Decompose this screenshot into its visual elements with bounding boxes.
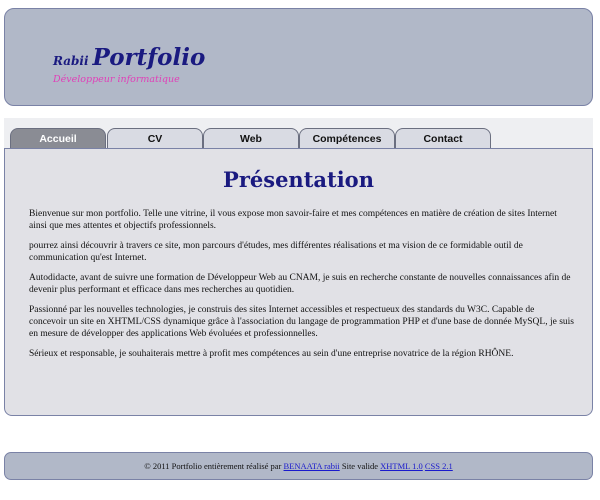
tab-cv[interactable]: CV xyxy=(107,128,203,150)
main-nav: Accueil CV Web Compétences Contact xyxy=(4,118,593,150)
brand-title: Portfolio xyxy=(92,44,206,71)
brand-first-name: Rabii xyxy=(53,54,89,68)
page-title: Présentation xyxy=(223,167,374,192)
tab-web[interactable]: Web xyxy=(203,128,299,150)
main-content: Présentation Bienvenue sur mon portfolio… xyxy=(4,148,593,416)
author-link[interactable]: BENAATA rabii xyxy=(284,461,340,471)
css-link[interactable]: CSS 2.1 xyxy=(425,461,453,471)
footer-valid-text: Site valide xyxy=(341,461,378,471)
site-header: Rabii Portfolio Développeur informatique xyxy=(4,8,593,106)
tab-accueil[interactable]: Accueil xyxy=(10,128,106,150)
paragraph-discover: pourrez ainsi découvrir à travers ce sit… xyxy=(29,241,523,263)
site-footer: © 2011 Portfolio entièrement réalisé par… xyxy=(4,452,593,480)
paragraph-passion: Passionné par les nouvelles technologies… xyxy=(29,305,574,339)
xhtml-link[interactable]: XHTML 1.0 xyxy=(380,461,423,471)
footer-copyright: © 2011 Portfolio entièrement réalisé par xyxy=(144,461,282,471)
page: Rabii Portfolio Développeur informatique… xyxy=(0,0,600,500)
paragraph-autodidact: Autodidacte, avant de suivre une formati… xyxy=(29,273,571,295)
site-tagline: Développeur informatique xyxy=(53,74,180,85)
paragraph-serious: Sérieux et responsable, je souhaiterais … xyxy=(29,349,514,359)
site-logo[interactable]: Rabii Portfolio xyxy=(53,46,205,69)
tab-contact[interactable]: Contact xyxy=(395,128,491,150)
tab-competences[interactable]: Compétences xyxy=(299,128,395,150)
paragraph-welcome: Bienvenue sur mon portfolio. Telle une v… xyxy=(29,209,557,231)
presentation-text: Bienvenue sur mon portfolio. Telle une v… xyxy=(29,208,574,368)
